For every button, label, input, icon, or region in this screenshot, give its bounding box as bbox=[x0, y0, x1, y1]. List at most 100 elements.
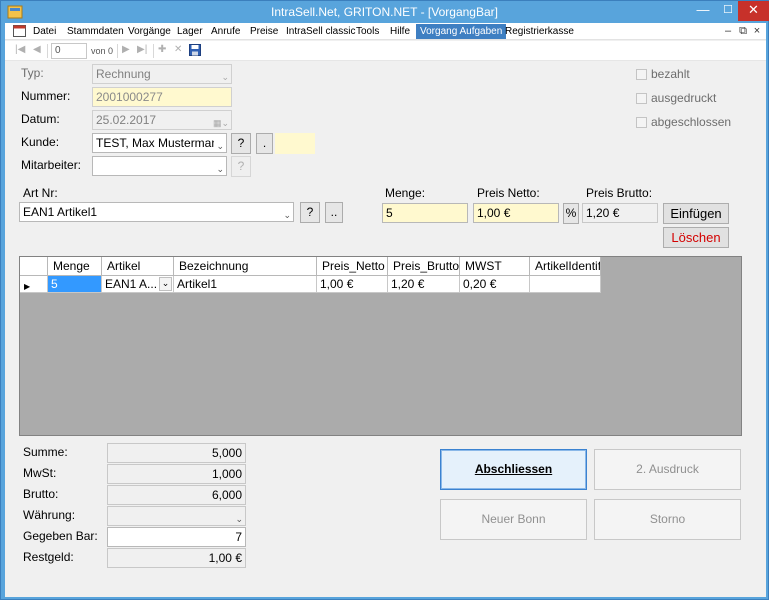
chevron-down-icon: ⌄ bbox=[235, 514, 243, 524]
mdi-close-button[interactable]: × bbox=[750, 25, 764, 37]
cell-artikel-identif[interactable] bbox=[530, 276, 601, 293]
gegeben-bar-input[interactable]: 7 bbox=[107, 527, 246, 547]
column-header-artikel-identif[interactable]: ArtikelIdentif bbox=[530, 257, 601, 276]
kunde-help-button[interactable]: ? bbox=[231, 133, 251, 154]
preis-netto-label: Preis Netto: bbox=[477, 186, 540, 200]
menu-lager[interactable]: Lager bbox=[173, 25, 207, 39]
percent-button[interactable]: % bbox=[563, 203, 579, 224]
mwst-label: MwSt: bbox=[23, 466, 57, 480]
navigator-separator bbox=[153, 44, 154, 58]
column-header-preis-netto[interactable]: Preis_Netto bbox=[317, 257, 388, 276]
binding-navigator: |◀ ◀ 0 von 0 ▶ ▶| ✚ ✕ bbox=[5, 41, 766, 61]
neuer-bonn-button: Neuer Bonn bbox=[440, 499, 587, 540]
grid-corner-header bbox=[20, 257, 48, 276]
cell-artikel[interactable]: EAN1 A... ⌄ bbox=[102, 276, 174, 293]
kunde-select[interactable]: TEST, Max Mustermann ⌄ bbox=[92, 133, 227, 153]
gegeben-bar-label: Gegeben Bar: bbox=[23, 529, 98, 543]
chevron-down-icon[interactable]: ⌄ bbox=[159, 277, 172, 291]
mdi-restore-button[interactable]: ⧉ bbox=[736, 25, 750, 38]
loeschen-button[interactable]: Löschen bbox=[663, 227, 729, 248]
zweiter-ausdruck-button: 2. Ausdruck bbox=[594, 449, 741, 490]
table-row[interactable]: ▶ bbox=[20, 276, 48, 293]
cell-menge[interactable]: 5 bbox=[48, 276, 102, 293]
article-help-button[interactable]: ? bbox=[300, 202, 320, 223]
kunde-more-button[interactable]: . bbox=[256, 133, 273, 154]
calendar-icon: ▦⌄ bbox=[212, 118, 229, 128]
column-header-mwst[interactable]: MWST bbox=[460, 257, 530, 276]
art-nr-label: Art Nr: bbox=[23, 186, 58, 200]
title-bar[interactable]: IntraSell.Net, GRITON.NET - [VorgangBar]… bbox=[1, 1, 769, 23]
minimize-button[interactable]: — bbox=[689, 1, 717, 21]
delete-icon[interactable]: ✕ bbox=[174, 44, 182, 55]
preis-brutto-field: 1,20 € bbox=[582, 203, 658, 223]
article-more-button[interactable]: .. bbox=[325, 202, 343, 223]
preis-netto-input[interactable]: 1,00 € bbox=[473, 203, 559, 223]
chevron-down-icon: ⌄ bbox=[216, 164, 224, 174]
art-nr-value: EAN1 Artikel1 bbox=[23, 205, 98, 219]
mdi-minimize-button[interactable]: – bbox=[721, 25, 735, 37]
cell-preis-netto[interactable]: 1,00 € bbox=[317, 276, 388, 293]
mitarbeiter-select[interactable]: ⌄ bbox=[92, 156, 227, 176]
menu-stammdaten[interactable]: Stammdaten bbox=[63, 25, 128, 39]
move-previous-icon[interactable]: ◀ bbox=[33, 44, 41, 55]
datum-value: 25.02.2017 bbox=[96, 113, 157, 127]
waehrung-label: Währung: bbox=[23, 508, 76, 522]
waehrung-select[interactable]: ⌄ bbox=[107, 506, 246, 526]
typ-select: Rechnung ⌄ bbox=[92, 64, 232, 84]
menu-vorgang-aufgaben[interactable]: Vorgang Aufgaben bbox=[416, 24, 507, 39]
cell-mwst[interactable]: 0,20 € bbox=[460, 276, 530, 293]
menu-anrufe[interactable]: Anrufe bbox=[207, 25, 244, 39]
summe-label: Summe: bbox=[23, 445, 68, 459]
chevron-down-icon: ⌄ bbox=[214, 137, 224, 152]
kunde-label: Kunde: bbox=[21, 135, 60, 149]
bezahlt-label: bezahlt bbox=[651, 67, 690, 81]
position-input[interactable]: 0 bbox=[51, 43, 87, 59]
add-new-icon[interactable]: ✚ bbox=[158, 44, 166, 55]
move-last-icon[interactable]: ▶| bbox=[137, 44, 147, 55]
art-nr-select[interactable]: EAN1 Artikel1 ⌄ bbox=[19, 202, 294, 222]
navigator-separator bbox=[117, 44, 118, 58]
mdi-client: Datei Stammdaten Vorgänge Lager Anrufe P… bbox=[5, 23, 766, 597]
record-count: von 0 bbox=[91, 46, 114, 56]
kunde-value: TEST, Max Mustermann bbox=[96, 136, 225, 150]
menu-hilfe[interactable]: Hilfe bbox=[386, 25, 414, 39]
save-icon[interactable] bbox=[189, 44, 201, 56]
menu-intrasell-classic[interactable]: IntraSell classic bbox=[282, 25, 359, 39]
menu-registrierkasse[interactable]: Registrierkasse bbox=[501, 25, 578, 39]
typ-label: Typ: bbox=[21, 66, 44, 80]
ausgedruckt-checkbox bbox=[636, 93, 647, 104]
brutto-label: Brutto: bbox=[23, 487, 59, 501]
navigator-separator bbox=[47, 44, 48, 58]
child-window-icon[interactable] bbox=[13, 25, 26, 37]
nummer-field: 2001000277 bbox=[92, 87, 232, 107]
cell-artikel-value: EAN1 A... bbox=[105, 277, 158, 291]
mitarbeiter-help-button: ? bbox=[231, 156, 251, 177]
einfuegen-button[interactable]: Einfügen bbox=[663, 203, 729, 224]
close-button[interactable]: ✕ bbox=[738, 1, 769, 21]
column-header-bezeichnung[interactable]: Bezeichnung bbox=[174, 257, 317, 276]
restgeld-field: 1,00 € bbox=[107, 548, 246, 568]
menu-tools[interactable]: Tools bbox=[352, 25, 383, 39]
abgeschlossen-label: abgeschlossen bbox=[651, 115, 732, 129]
mitarbeiter-label: Mitarbeiter: bbox=[21, 158, 82, 172]
column-header-artikel[interactable]: Artikel bbox=[102, 257, 174, 276]
chevron-down-icon: ⌄ bbox=[283, 210, 291, 220]
move-first-icon[interactable]: |◀ bbox=[15, 44, 25, 55]
column-header-preis-brutto[interactable]: Preis_Brutto bbox=[388, 257, 460, 276]
positions-grid[interactable]: Menge Artikel Bezeichnung Preis_Netto Pr… bbox=[19, 256, 742, 436]
row-selector-icon: ▶ bbox=[24, 282, 31, 291]
menge-input[interactable]: 5 bbox=[382, 203, 468, 223]
menu-preise[interactable]: Preise bbox=[246, 25, 282, 39]
abschliessen-button[interactable]: Abschliessen bbox=[440, 449, 587, 490]
column-header-menge[interactable]: Menge bbox=[48, 257, 102, 276]
cell-bezeichnung[interactable]: Artikel1 bbox=[174, 276, 317, 293]
application-window: IntraSell.Net, GRITON.NET - [VorgangBar]… bbox=[0, 0, 769, 600]
window-title: IntraSell.Net, GRITON.NET - [VorgangBar] bbox=[271, 5, 498, 19]
cell-preis-brutto[interactable]: 1,20 € bbox=[388, 276, 460, 293]
typ-value: Rechnung bbox=[96, 67, 151, 81]
abschliessen-label: Abschliessen bbox=[474, 462, 553, 476]
menu-datei[interactable]: Datei bbox=[29, 25, 60, 39]
menu-vorgaenge[interactable]: Vorgänge bbox=[124, 25, 175, 39]
move-next-icon[interactable]: ▶ bbox=[122, 44, 130, 55]
nummer-label: Nummer: bbox=[21, 89, 71, 103]
